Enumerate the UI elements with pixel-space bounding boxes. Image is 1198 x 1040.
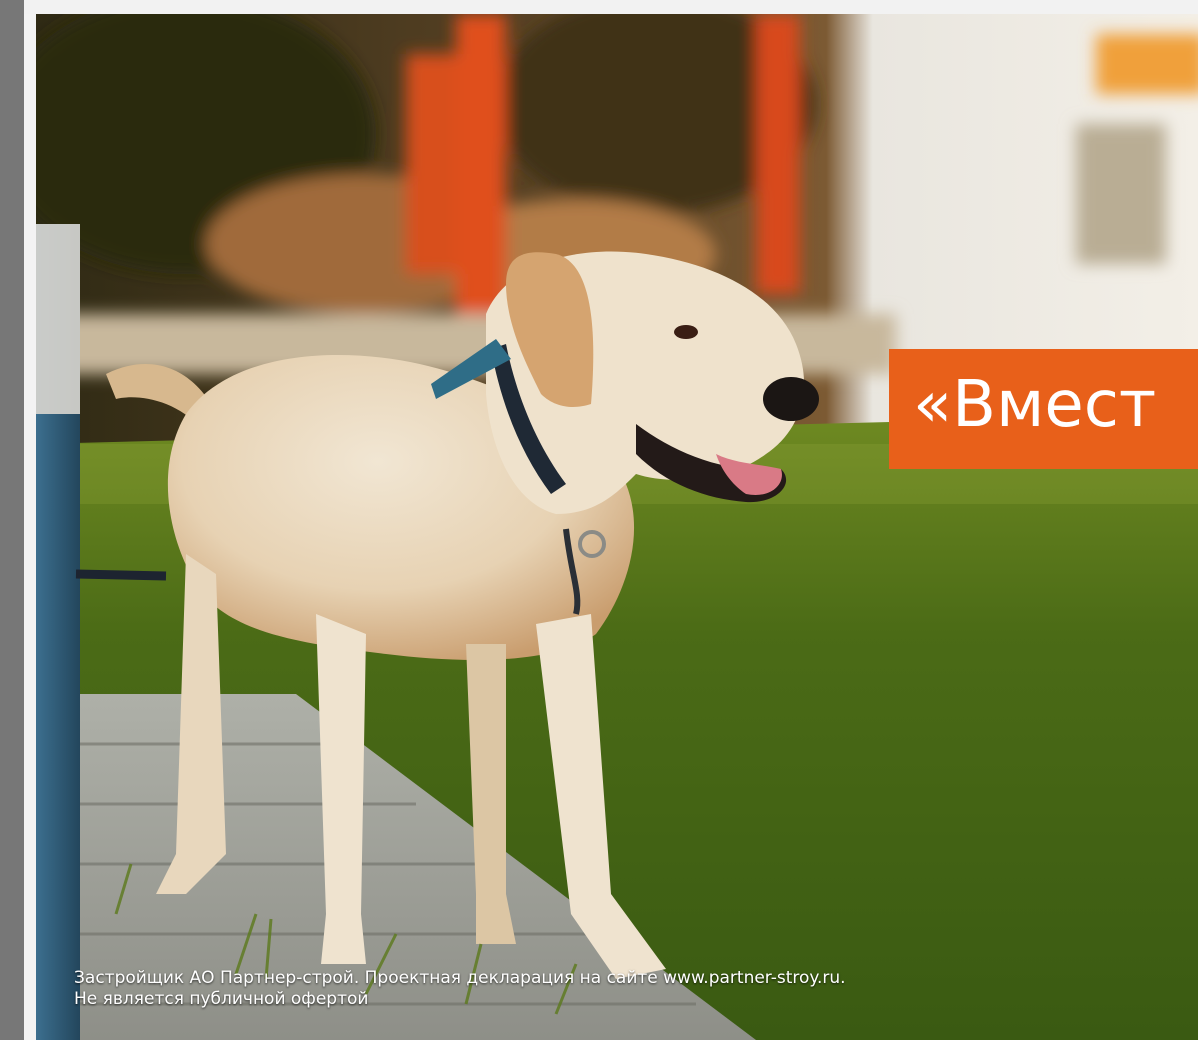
disclaimer-line-2: Не является публичной офертой xyxy=(74,989,369,1009)
disclaimer-line-1: Застройщик АО Партнер-строй. Проектная д… xyxy=(74,968,846,988)
advertisement-photo: «Вмест xyxy=(36,14,1198,1040)
top-edge-bar xyxy=(24,0,1198,14)
left-edge-bar xyxy=(0,0,24,1040)
dog-on-lawn-photo xyxy=(36,14,1198,1040)
slogan-banner: «Вмест xyxy=(889,349,1198,469)
left-gap-bar xyxy=(24,14,36,1040)
slogan-text: «Вмест xyxy=(913,368,1157,442)
legal-disclaimer: Застройщик АО Партнер-строй. Проектная д… xyxy=(74,968,1134,1010)
screen: «Вмест Застройщик АО Партнер-строй. Прое… xyxy=(0,0,1198,1040)
